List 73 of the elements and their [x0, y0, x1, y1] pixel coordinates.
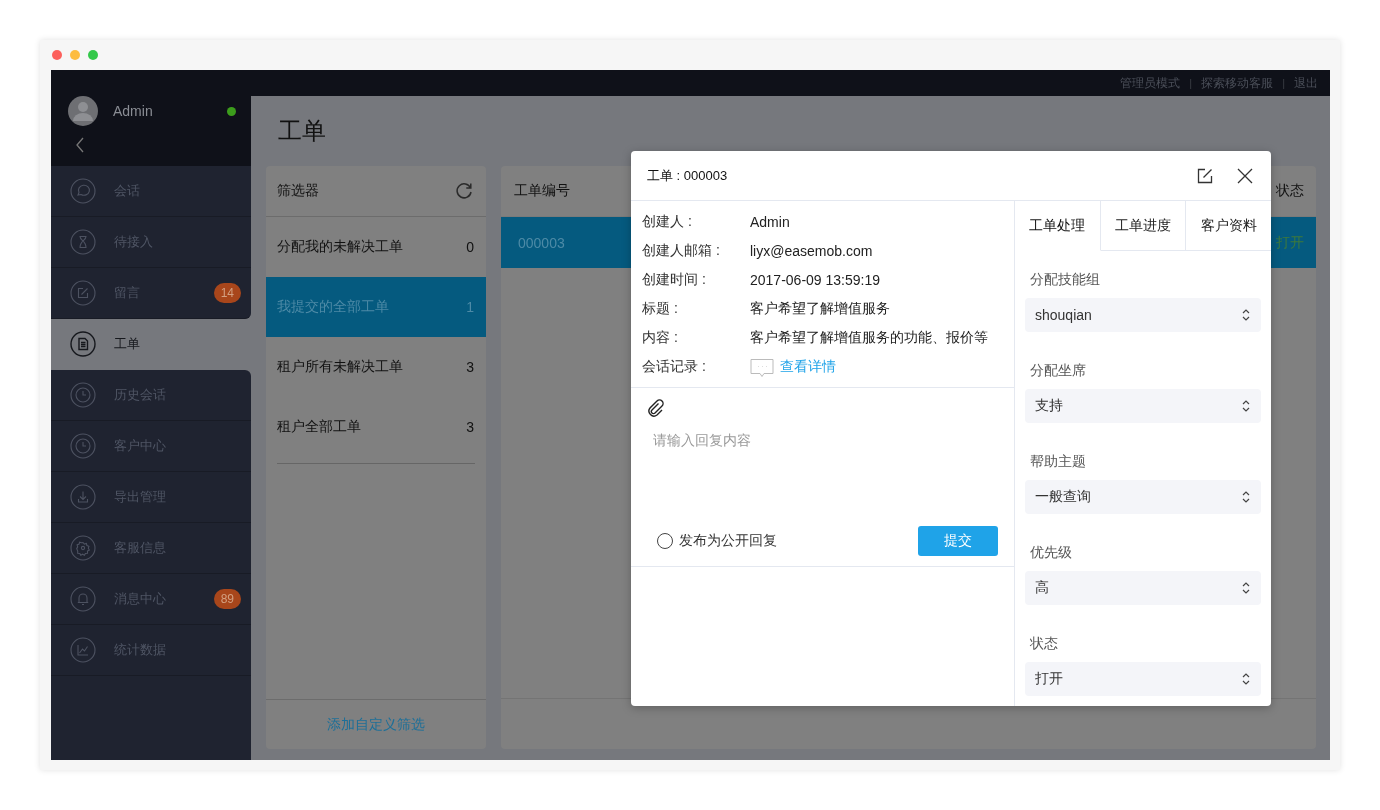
field-label: 创建时间 :: [642, 270, 707, 289]
field-value: liyx@easemob.com: [750, 242, 873, 259]
separator: |: [1282, 77, 1285, 89]
select-field[interactable]: shouqian: [1025, 298, 1261, 332]
bell-icon: [70, 586, 96, 612]
clock-icon: [70, 433, 96, 459]
field-label: 分配技能组: [1029, 270, 1101, 288]
close-window-button[interactable]: [52, 50, 62, 60]
table-cell: 打开: [1276, 233, 1304, 252]
user-name: Admin: [113, 103, 154, 119]
field-label: 优先级: [1029, 543, 1073, 561]
filter-item[interactable]: 我提交的全部工单 1: [266, 277, 486, 337]
filter-count: 3: [466, 419, 474, 435]
clock-icon: [70, 382, 96, 408]
sidebar-label: 工单: [114, 335, 141, 353]
column-header: 状态: [1276, 182, 1304, 200]
filter-item[interactable]: 租户所有未解决工单 3: [266, 337, 486, 397]
count-badge: 89: [213, 589, 241, 609]
document-icon: [70, 331, 96, 357]
chevron-icon: [1241, 672, 1251, 686]
field-value: 客户希望了解增值服务的功能、报价等: [750, 328, 988, 347]
chevron-icon: [1241, 308, 1251, 322]
add-filter-link[interactable]: 添加自定义筛选: [327, 715, 425, 734]
field-label: 创建人邮箱 :: [642, 241, 721, 260]
filter-count: 1: [466, 299, 474, 315]
radio-label: 发布为公开回复: [679, 532, 778, 550]
chart-icon: [70, 637, 96, 663]
submit-button[interactable]: 提交: [918, 526, 998, 556]
filter-label: 我提交的全部工单: [277, 298, 389, 316]
filter-count: 3: [466, 359, 474, 375]
top-link[interactable]: 退出: [1294, 74, 1318, 92]
avatar-icon: [68, 96, 98, 126]
select-field[interactable]: 打开: [1025, 662, 1261, 696]
hourglass-icon: [70, 229, 96, 255]
field-value: Admin: [750, 213, 790, 230]
filter-count: 0: [466, 239, 474, 255]
tab[interactable]: 工单处理: [1015, 201, 1101, 251]
field-label: 会话记录 :: [642, 357, 707, 376]
field-label: 创建人 :: [642, 212, 693, 231]
field-label: 标题 :: [642, 299, 679, 318]
chevron-icon: [1241, 399, 1251, 413]
edit-icon: [70, 280, 96, 306]
dialog-title: 工单 : 000003: [647, 166, 729, 185]
select-field[interactable]: 高: [1025, 571, 1261, 605]
select-field[interactable]: 一般查询: [1025, 480, 1261, 514]
table-cell: 000003: [518, 234, 565, 251]
field-label: 状态: [1029, 634, 1059, 652]
chevron-icon: [1241, 581, 1251, 595]
chat-icon: [70, 178, 96, 204]
paperclip-icon[interactable]: [646, 398, 666, 418]
select-field[interactable]: 支持: [1025, 389, 1261, 423]
field-value: 2017-06-09 13:59:19: [750, 271, 880, 288]
filter-item[interactable]: 分配我的未解决工单 0: [266, 217, 486, 277]
refresh-icon[interactable]: [454, 181, 474, 201]
details-link[interactable]: 查看详情: [780, 357, 836, 376]
tab[interactable]: 工单进度: [1100, 201, 1187, 251]
tab[interactable]: 客户资料: [1186, 201, 1271, 251]
filter-item[interactable]: 租户全部工单 3: [266, 397, 486, 457]
panel-title: 筛选器: [277, 182, 319, 200]
filter-label: 租户全部工单: [277, 418, 361, 436]
field-label: 帮助主题: [1029, 452, 1087, 470]
separator: |: [1189, 77, 1193, 89]
column-header: 工单编号: [514, 182, 570, 200]
filter-label: 分配我的未解决工单: [277, 238, 403, 256]
chevron-icon: [1241, 490, 1251, 504]
field-label: 分配坐席: [1029, 361, 1087, 379]
count-badge: 14: [213, 283, 241, 303]
download-icon: [70, 484, 96, 510]
filter-label: 租户所有未解决工单: [277, 358, 403, 376]
field-value: 客户希望了解增值服务: [750, 299, 890, 318]
gear-icon: [70, 535, 96, 561]
page-title: 工单: [277, 116, 327, 146]
field-label: 内容 :: [642, 328, 679, 347]
